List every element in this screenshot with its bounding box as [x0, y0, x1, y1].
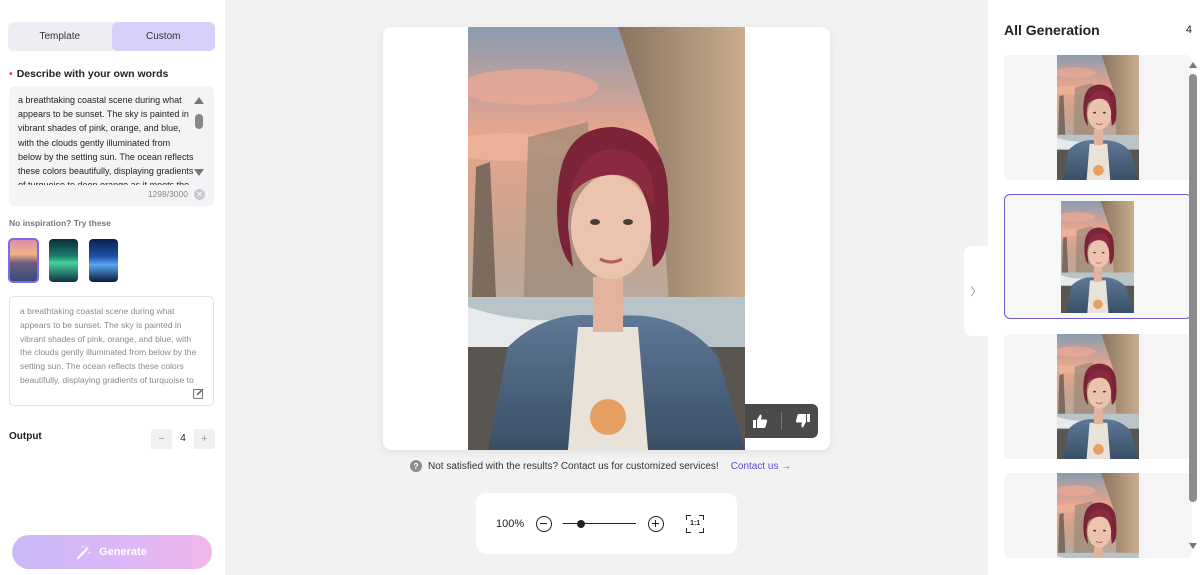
mode-tabs: Template Custom — [8, 22, 215, 51]
help-row: ? Not satisfied with the results? Contac… — [410, 460, 791, 472]
generation-item-3[interactable] — [1004, 334, 1192, 459]
increment-button[interactable]: + — [194, 433, 215, 445]
zoom-toolbar: 100% 1:1 — [476, 493, 737, 554]
inspiration-label: No inspiration? Try these — [9, 218, 112, 228]
zoom-in-icon[interactable] — [648, 515, 665, 532]
zoom-out-icon[interactable] — [536, 515, 553, 532]
main-generated-image[interactable] — [468, 27, 745, 450]
generation-item-1[interactable] — [1004, 55, 1192, 180]
output-stepper: − 4 + — [151, 429, 215, 449]
contact-us-link[interactable]: Contact us → — [731, 461, 792, 472]
right-scrollbar-thumb[interactable] — [1189, 74, 1197, 502]
zoom-slider-knob[interactable] — [577, 519, 586, 528]
char-count: 1298/3000 — [147, 189, 188, 199]
right-panel: All Generation 4 — [988, 0, 1200, 575]
generation-thumbnail — [1057, 334, 1139, 459]
scroll-down-arrow[interactable] — [194, 169, 204, 176]
suggestion-text: a breathtaking coastal scene during what… — [20, 306, 197, 389]
section-title: • Describe with your own words — [9, 68, 168, 80]
generation-item-4[interactable] — [1004, 473, 1192, 558]
decrement-button[interactable]: − — [151, 433, 172, 445]
generation-thumbnail — [1057, 55, 1139, 180]
output-value[interactable]: 4 — [172, 429, 194, 449]
fit-screen-icon[interactable]: 1:1 — [686, 514, 705, 533]
scrollbar-thumb[interactable] — [195, 114, 203, 129]
inspiration-thumb-aurora[interactable] — [49, 239, 78, 282]
all-generation-title: All Generation — [1004, 22, 1100, 38]
generate-label: Generate — [99, 546, 147, 558]
arrow-right-icon: → — [781, 460, 792, 472]
description-text[interactable]: a breathtaking coastal scene during what… — [18, 93, 196, 185]
generation-thumbnail — [1057, 473, 1139, 558]
required-marker: • — [9, 68, 13, 80]
main-image-card — [383, 27, 830, 450]
tab-custom[interactable]: Custom — [111, 22, 215, 51]
right-scroll-up-arrow[interactable] — [1189, 62, 1197, 68]
edit-icon[interactable] — [193, 388, 204, 399]
suggestion-box[interactable]: a breathtaking coastal scene during what… — [9, 296, 214, 406]
tab-template[interactable]: Template — [8, 22, 112, 51]
fit-label: 1:1 — [690, 519, 701, 527]
inspiration-thumb-sunset[interactable] — [8, 238, 39, 283]
section-title-text: Describe with your own words — [16, 68, 169, 80]
zoom-slider[interactable] — [563, 517, 637, 531]
scroll-up-arrow[interactable] — [194, 97, 204, 104]
question-icon: ? — [410, 460, 422, 472]
thumbs-down-icon[interactable] — [795, 413, 811, 429]
generation-count: 4 — [1185, 24, 1192, 36]
generation-thumbnail — [1061, 201, 1134, 313]
magic-wand-icon — [77, 545, 91, 559]
inspiration-thumb-ocean[interactable] — [89, 239, 118, 282]
collapse-panel-button[interactable]: 〉 — [964, 246, 988, 336]
output-label: Output — [9, 431, 42, 442]
rating-separator — [780, 412, 782, 430]
thumbs-up-icon[interactable] — [752, 413, 768, 429]
left-panel: Template Custom • Describe with your own … — [0, 0, 225, 575]
rating-bar — [745, 404, 818, 438]
clear-icon[interactable]: ✕ — [194, 189, 205, 200]
zoom-percent: 100% — [496, 517, 525, 530]
help-text: Not satisfied with the results? Contact … — [428, 460, 719, 472]
right-scroll-down-arrow[interactable] — [1189, 543, 1197, 549]
description-textarea[interactable]: a breathtaking coastal scene during what… — [9, 86, 214, 206]
chevron-right-icon: 〉 — [970, 286, 982, 298]
contact-us-label[interactable]: Contact us — [731, 461, 779, 472]
generation-item-2[interactable] — [1004, 194, 1192, 319]
zoom-slider-track[interactable] — [563, 522, 637, 524]
generate-button[interactable]: Generate — [12, 535, 212, 569]
